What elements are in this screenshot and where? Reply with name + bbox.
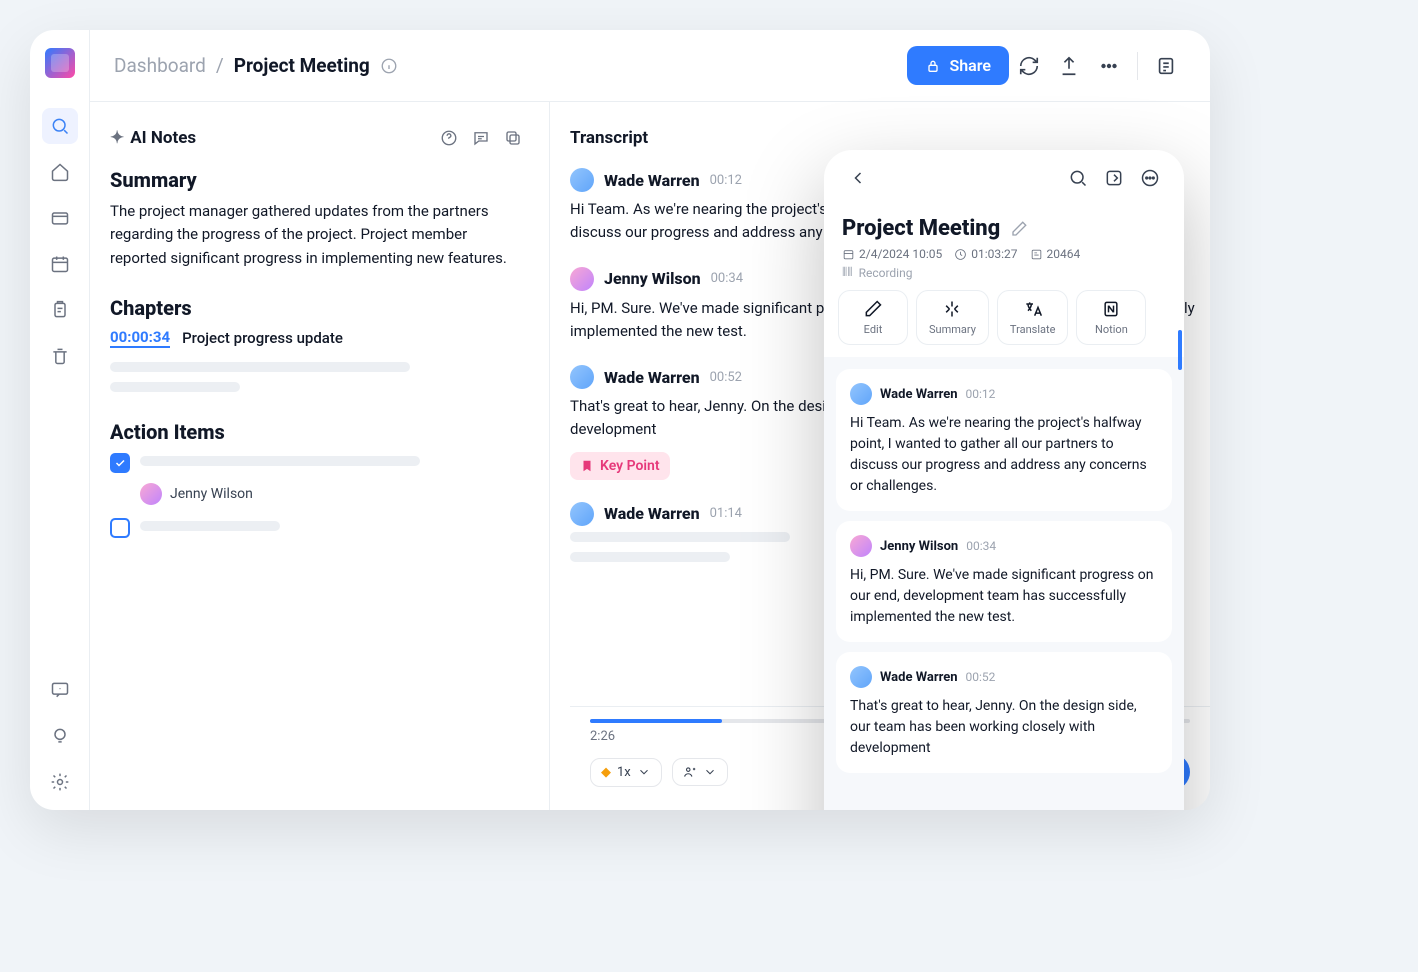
info-icon[interactable] (380, 57, 398, 75)
feed-name: Jenny Wilson (880, 539, 958, 554)
edit-square-icon[interactable] (1096, 160, 1132, 196)
checkbox-unchecked[interactable] (110, 518, 130, 538)
home-icon[interactable] (42, 154, 78, 190)
mobile-feed: Wade Warren 00:12 Hi Team. As we're neari… (824, 357, 1184, 810)
feed-time: 00:34 (966, 539, 996, 553)
tool-translate[interactable]: Translate (997, 290, 1069, 345)
chapter-label[interactable]: Project progress update (182, 329, 343, 347)
speaker-name: Jenny Wilson (604, 269, 701, 288)
speaker-name: Wade Warren (604, 368, 700, 387)
assignee[interactable]: Jenny Wilson (140, 483, 549, 505)
speaker-name: Wade Warren (604, 504, 700, 523)
entry-time[interactable]: 00:52 (710, 370, 742, 385)
avatar (570, 168, 594, 192)
app-logo[interactable] (45, 48, 75, 78)
feedback-icon[interactable] (42, 672, 78, 708)
chapters-heading: Chapters (110, 296, 549, 320)
mobile-meta: 2/4/2024 10:05 01:03:27 20464 (824, 247, 1184, 261)
folder-icon[interactable] (42, 200, 78, 236)
comment-icon[interactable] (465, 122, 497, 154)
action-item (110, 452, 549, 473)
tool-notion[interactable]: Notion (1076, 290, 1146, 345)
trash-icon[interactable] (42, 338, 78, 374)
feed-time: 00:52 (966, 670, 996, 684)
feed-card[interactable]: Wade Warren 00:12 Hi Team. As we're neari… (836, 369, 1172, 511)
more-icon[interactable] (1089, 46, 1129, 86)
entry-time[interactable]: 00:12 (710, 173, 742, 188)
breadcrumb: Dashboard / Project Meeting (114, 54, 398, 77)
speaker-name: Wade Warren (604, 171, 700, 190)
refresh-icon[interactable] (1009, 46, 1049, 86)
ai-notes-panel: ✦ AI Notes Summary The project manager g… (90, 102, 550, 810)
summary-heading: Summary (110, 168, 549, 192)
breadcrumb-current: Project Meeting (234, 54, 370, 77)
chapter-timestamp[interactable]: 00:00:34 (110, 328, 170, 348)
lock-icon (925, 58, 941, 74)
sparkle-icon: ✦ (110, 128, 124, 148)
action-items-heading: Action Items (110, 420, 549, 444)
divider (1137, 52, 1138, 80)
transcript-title: Transcript (570, 128, 648, 148)
feed-body: Hi, PM. Sure. We've made significant pro… (850, 565, 1158, 628)
edit-icon[interactable] (1010, 220, 1028, 238)
breadcrumb-root[interactable]: Dashboard (114, 54, 206, 77)
avatar (850, 383, 872, 405)
copy-icon[interactable] (497, 122, 529, 154)
tool-summary[interactable]: Summary (916, 290, 989, 345)
back-icon[interactable] (840, 160, 876, 196)
mobile-preview: Project Meeting 2/4/2024 10:05 01:03:27 … (824, 150, 1184, 810)
feed-body: Hi Team. As we're nearing the project's … (850, 413, 1158, 497)
feed-body: That's great to hear, Jenny. On the desi… (850, 696, 1158, 759)
entry-time[interactable]: 00:34 (711, 271, 743, 286)
feed-card[interactable]: Jenny Wilson 00:34 Hi, PM. Sure. We've ma… (836, 521, 1172, 642)
speaker-selector[interactable] (672, 758, 728, 786)
side-rail (30, 30, 90, 810)
action-item (110, 517, 549, 538)
help-icon[interactable] (433, 122, 465, 154)
avatar (570, 267, 594, 291)
summary-body: The project manager gathered updates fro… (110, 200, 549, 270)
avatar (850, 666, 872, 688)
checkbox-checked[interactable] (110, 453, 130, 473)
mobile-tools: Edit Summary Translate Notion (824, 290, 1184, 345)
avatar (140, 483, 162, 505)
feed-name: Wade Warren (880, 387, 958, 402)
more-icon[interactable] (1132, 160, 1168, 196)
settings-icon[interactable] (42, 764, 78, 800)
ai-notes-title: ✦ AI Notes (110, 128, 196, 148)
clipboard-icon[interactable] (42, 292, 78, 328)
skeleton-line (110, 362, 410, 372)
feed-name: Wade Warren (880, 670, 958, 685)
recording-label: ⦀⦀Recording (824, 261, 1184, 290)
feed-time: 00:12 (966, 387, 996, 401)
avatar (850, 535, 872, 557)
search-icon[interactable] (1060, 160, 1096, 196)
export-icon[interactable] (1049, 46, 1089, 86)
entry-time[interactable]: 01:14 (710, 506, 742, 521)
calendar-icon[interactable] (42, 246, 78, 282)
keypoint-badge[interactable]: Key Point (570, 452, 670, 480)
speed-selector[interactable]: ◆1x (590, 758, 662, 787)
mobile-topbar (824, 150, 1184, 206)
skeleton-line (110, 382, 240, 392)
feed-card[interactable]: Wade Warren 00:52 That's great to hear, J… (836, 652, 1172, 773)
share-button[interactable]: Share (907, 46, 1009, 85)
avatar (570, 502, 594, 526)
tool-edit[interactable]: Edit (838, 290, 908, 345)
scroll-indicator (1178, 330, 1182, 370)
notes-icon[interactable] (1146, 46, 1186, 86)
avatar (570, 365, 594, 389)
breadcrumb-sep: / (216, 54, 224, 77)
app-window: Dashboard / Project Meeting Share ✦ (30, 30, 1210, 810)
assignee-name: Jenny Wilson (170, 486, 253, 502)
topbar: Dashboard / Project Meeting Share (90, 30, 1210, 102)
lightbulb-icon[interactable] (42, 718, 78, 754)
search-icon[interactable] (42, 108, 78, 144)
mobile-title: Project Meeting (842, 216, 1000, 241)
